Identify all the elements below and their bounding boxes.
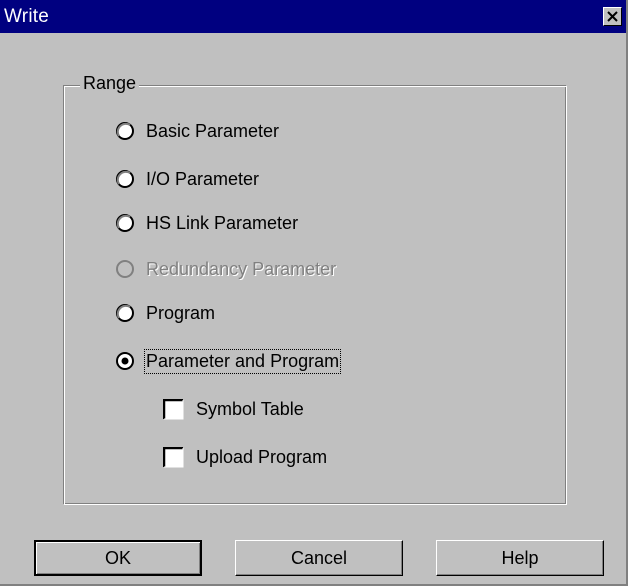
radio-label: Parameter and Program <box>143 348 342 374</box>
radio-label: Redundancy Parameter <box>146 258 337 279</box>
checkbox-label: Upload Program <box>196 446 328 467</box>
radio-button <box>116 304 134 322</box>
radio-button <box>116 214 134 232</box>
title-bar[interactable]: Write <box>0 0 626 33</box>
radio-basic-parameter[interactable]: Basic Parameter <box>116 119 279 143</box>
radio-label: Basic Parameter <box>146 120 280 141</box>
radio-redundancy-parameter: Redundancy Parameter <box>116 257 336 281</box>
radio-button <box>116 170 134 188</box>
radio-hs-link-parameter[interactable]: HS Link Parameter <box>116 211 298 235</box>
radio-program[interactable]: Program <box>116 301 215 325</box>
checkbox <box>163 446 184 467</box>
checkbox <box>163 398 184 419</box>
write-dialog: Write Range Basic Parameter I/O Paramete… <box>0 0 628 586</box>
window-title: Write <box>4 6 49 27</box>
radio-button-selected <box>116 352 134 370</box>
radio-io-parameter[interactable]: I/O Parameter <box>116 167 259 191</box>
help-button[interactable]: Help <box>436 540 604 576</box>
checkbox-upload-program[interactable]: Upload Program <box>163 445 327 469</box>
range-group-label: Range <box>80 73 140 94</box>
ok-button[interactable]: OK <box>34 540 202 576</box>
radio-parameter-and-program[interactable]: Parameter and Program <box>116 348 342 374</box>
checkbox-label: Symbol Table <box>196 398 304 419</box>
radio-button <box>116 260 134 278</box>
radio-label: Program <box>146 302 216 323</box>
close-button[interactable] <box>603 7 622 26</box>
checkbox-symbol-table[interactable]: Symbol Table <box>163 397 304 421</box>
radio-label: I/O Parameter <box>146 168 260 189</box>
range-groupbox <box>63 85 567 505</box>
close-icon <box>607 11 618 22</box>
cancel-button[interactable]: Cancel <box>235 540 403 576</box>
radio-label: HS Link Parameter <box>146 212 299 233</box>
radio-button <box>116 122 134 140</box>
